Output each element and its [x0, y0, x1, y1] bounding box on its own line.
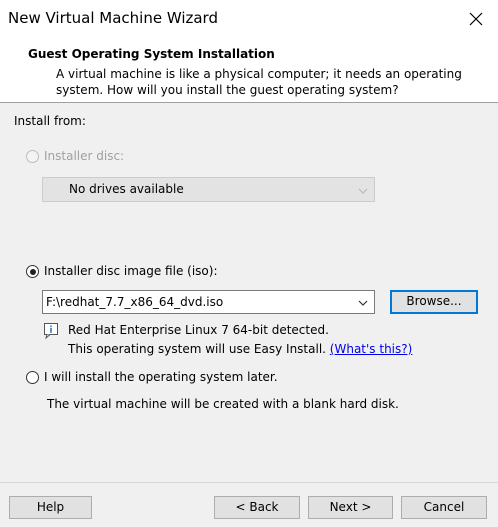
help-button[interactable]: Help	[9, 496, 92, 519]
install-later-option[interactable]: I will install the operating system late…	[26, 370, 286, 386]
info-icon	[43, 322, 59, 340]
whats-this-link[interactable]: (What's this?)	[330, 342, 413, 356]
easy-install-line: This operating system will use Easy Inst…	[68, 342, 412, 356]
next-button[interactable]: Next >	[308, 496, 393, 519]
chevron-down-icon	[358, 188, 368, 194]
iso-path-value[interactable]: F:\redhat_7.7_x86_64_dvd.iso	[46, 295, 223, 309]
title-bar: New Virtual Machine Wizard	[0, 0, 498, 38]
close-button[interactable]	[460, 4, 492, 34]
installer-iso-label: Installer disc image file (iso):	[44, 264, 218, 278]
page-title: Guest Operating System Installation	[28, 47, 275, 61]
installer-disc-label: Installer disc:	[44, 149, 125, 163]
install-later-radio[interactable]	[26, 371, 39, 384]
installer-iso-option[interactable]: Installer disc image file (iso):	[26, 264, 226, 280]
install-later-label: I will install the operating system late…	[44, 370, 278, 384]
installer-disc-dropdown[interactable]: No drives available	[42, 177, 375, 202]
close-icon	[469, 12, 483, 26]
chevron-down-icon	[358, 300, 368, 306]
cancel-button[interactable]: Cancel	[401, 496, 487, 519]
back-button[interactable]: < Back	[214, 496, 300, 519]
installer-disc-option[interactable]: Installer disc:	[26, 149, 166, 165]
easy-install-text: This operating system will use Easy Inst…	[68, 342, 326, 356]
install-from-label: Install from:	[14, 114, 86, 128]
footer-divider	[0, 482, 498, 483]
iso-path-combobox[interactable]: F:\redhat_7.7_x86_64_dvd.iso	[42, 290, 375, 314]
page-description: A virtual machine is like a physical com…	[56, 67, 462, 97]
window-title: New Virtual Machine Wizard	[8, 9, 218, 27]
install-later-description: The virtual machine will be created with…	[47, 397, 399, 411]
os-detected-text: Red Hat Enterprise Linux 7 64-bit detect…	[68, 323, 329, 337]
installer-disc-dropdown-value: No drives available	[69, 182, 184, 196]
wizard-header: Guest Operating System Installation A vi…	[0, 38, 498, 103]
browse-button[interactable]: Browse...	[390, 290, 478, 314]
installer-disc-radio[interactable]	[26, 150, 39, 163]
installer-iso-radio[interactable]	[26, 265, 39, 278]
